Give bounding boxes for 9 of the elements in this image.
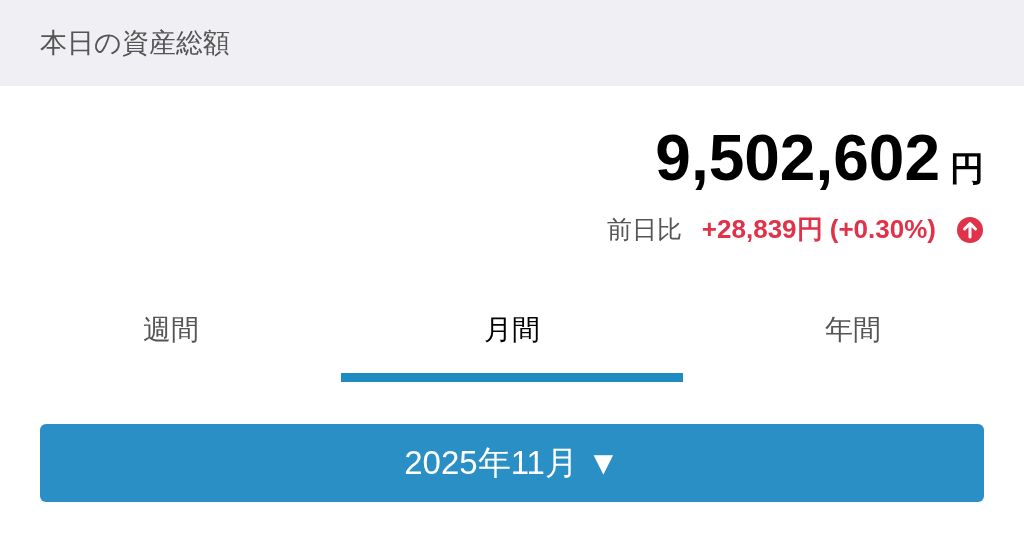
- section-title: 本日の資産総額: [40, 26, 230, 60]
- period-tab[interactable]: 月間: [484, 305, 540, 355]
- period-tab[interactable]: 年間: [825, 305, 882, 355]
- currency-unit: 円: [950, 151, 984, 185]
- period-dropdown[interactable]: 2025年11月 ▼: [40, 424, 984, 502]
- change-value: +28,839円 (+0.30%): [701, 213, 936, 246]
- change-label: 前日比: [606, 213, 682, 245]
- period-tab[interactable]: 週間: [142, 305, 199, 355]
- total-amount: 9,502,602: [655, 126, 940, 190]
